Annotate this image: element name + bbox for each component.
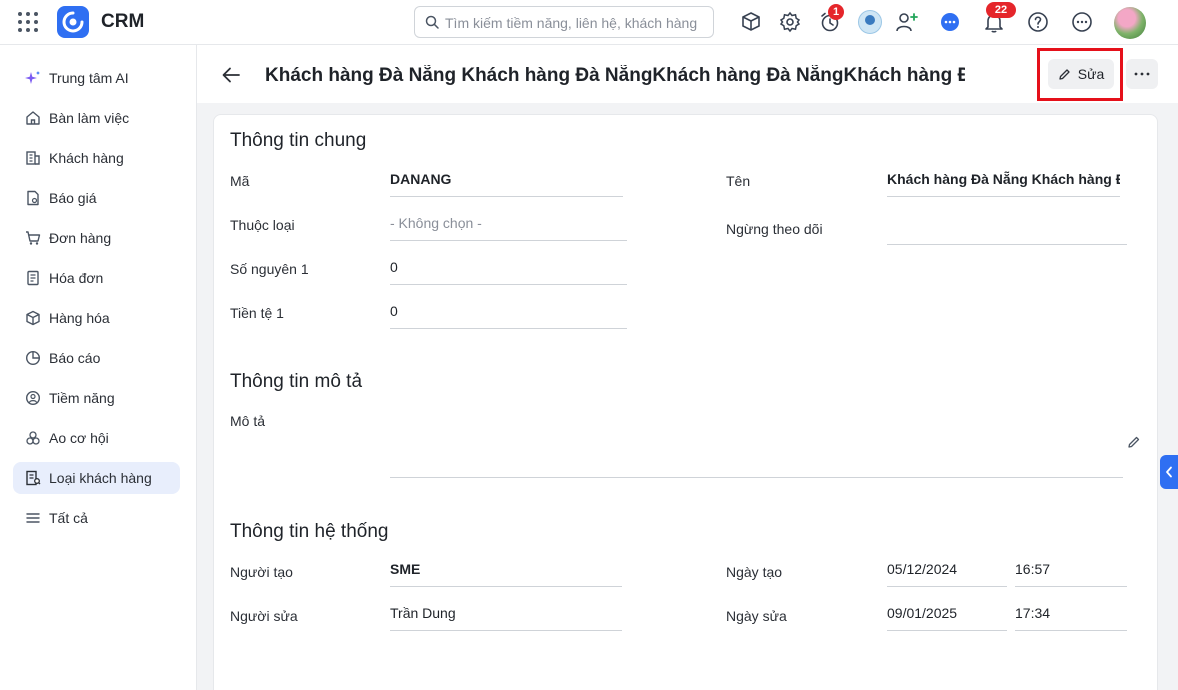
field-label-ten: Tên <box>726 173 751 189</box>
field-label-mo-ta: Mô tả <box>230 413 266 429</box>
field-label-ngay-tao: Ngày tạo <box>726 564 783 580</box>
field-value-ten: Khách hàng Đà Nẵng Khách hàng Đ... <box>887 161 1120 197</box>
help-icon[interactable] <box>1025 9 1051 35</box>
timer-badge: 1 <box>828 4 844 20</box>
field-label-so-nguyen: Số nguyên 1 <box>230 261 309 277</box>
pie-chart-icon <box>25 350 41 366</box>
ellipsis-icon <box>1134 72 1150 76</box>
sidebar-item-customers[interactable]: Khách hàng <box>13 142 180 174</box>
highlight-box <box>1037 48 1123 101</box>
section-title-system: Thông tin hệ thống <box>230 521 389 542</box>
back-arrow-icon[interactable] <box>219 63 243 87</box>
customer-type-icon <box>25 470 41 486</box>
sidebar-item-label: Hàng hóa <box>49 310 110 326</box>
field-label-nguoi-sua: Người sửa <box>230 608 298 624</box>
assistant-avatar-icon[interactable] <box>858 10 882 34</box>
sidebar-item-customer-types[interactable]: Loại khách hàng <box>13 462 180 494</box>
field-label-ngay-sua: Ngày sửa <box>726 608 787 624</box>
sidebar-item-label: Báo giá <box>49 190 97 206</box>
field-value-so-nguyen: 0 <box>390 249 627 285</box>
search-box[interactable] <box>414 6 714 38</box>
section-title-general: Thông tin chung <box>230 130 367 151</box>
sidebar-item-label: Đơn hàng <box>49 230 112 246</box>
app-title: CRM <box>101 11 145 32</box>
invoice-icon <box>25 270 41 286</box>
chat-icon[interactable] <box>937 9 963 35</box>
sidebar-item-orders[interactable]: Đơn hàng <box>13 222 180 254</box>
user-avatar[interactable] <box>1114 7 1146 39</box>
notification-badge: 22 <box>986 2 1016 18</box>
crm-logo-icon[interactable] <box>57 6 89 38</box>
sidebar-item-all[interactable]: Tất cả <box>13 502 180 534</box>
field-value-nguoi-tao: SME <box>390 551 622 587</box>
search-icon <box>425 15 439 29</box>
sidebar-item-opportunities[interactable]: Ao cơ hội <box>13 422 180 454</box>
record-detail-card: Thông tin chung Mã DANANG Tên Khách hàng… <box>213 114 1158 690</box>
box-icon <box>25 310 41 326</box>
record-header: Khách hàng Đà Nẵng Khách hàng Đà NẵngKhá… <box>197 45 1178 103</box>
opportunity-icon <box>25 430 41 446</box>
field-label-ma: Mã <box>230 173 250 189</box>
gear-icon[interactable] <box>777 9 803 35</box>
more-options-button[interactable] <box>1126 59 1158 89</box>
side-panel-toggle[interactable] <box>1160 455 1178 489</box>
field-label-thuoc-loai: Thuộc loại <box>230 217 295 233</box>
sidebar-item-quotes[interactable]: Báo giá <box>13 182 180 214</box>
chevron-left-icon <box>1166 466 1172 478</box>
field-value-ngay-tao-time: 16:57 <box>1015 551 1127 587</box>
field-value-thuoc-loai[interactable]: - Không chọn - <box>390 205 627 241</box>
app-launcher-icon[interactable] <box>18 12 38 32</box>
field-value-ngay-sua-time: 17:34 <box>1015 595 1127 631</box>
sidebar: Trung tâm AI Bàn làm việc Khách hàng Báo… <box>0 45 197 690</box>
field-label-nguoi-tao: Người tạo <box>230 564 293 580</box>
field-value-nguoi-sua: Trần Dung <box>390 595 622 631</box>
search-input[interactable] <box>445 13 707 33</box>
field-value-ma: DANANG <box>390 161 623 197</box>
sidebar-item-label: Báo cáo <box>49 350 101 366</box>
page-title: Khách hàng Đà Nẵng Khách hàng Đà NẵngKhá… <box>265 65 965 86</box>
quote-icon <box>25 190 41 206</box>
sidebar-item-label: Hóa đơn <box>49 270 104 286</box>
sidebar-item-workspace[interactable]: Bàn làm việc <box>13 102 180 134</box>
field-value-ngay-sua-date: 09/01/2025 <box>887 595 1007 631</box>
main-content: Khách hàng Đà Nẵng Khách hàng Đà NẵngKhá… <box>197 45 1178 690</box>
sidebar-item-label: Ao cơ hội <box>49 430 109 446</box>
building-icon <box>25 150 41 166</box>
field-label-tien-te: Tiền tệ 1 <box>230 305 284 321</box>
target-icon <box>25 390 41 406</box>
sidebar-item-label: Loại khách hàng <box>49 470 152 486</box>
field-value-ngay-tao-date: 05/12/2024 <box>887 551 1007 587</box>
more-circle-icon[interactable] <box>1069 9 1095 35</box>
sidebar-item-label: Tiềm năng <box>49 390 115 406</box>
field-value-tien-te: 0 <box>390 293 627 329</box>
sidebar-item-invoices[interactable]: Hóa đơn <box>13 262 180 294</box>
field-label-ngung-theo-doi: Ngừng theo dõi <box>726 221 823 237</box>
sidebar-item-products[interactable]: Hàng hóa <box>13 302 180 334</box>
cart-icon <box>25 230 41 246</box>
top-bar: CRM 1 <box>0 0 1178 45</box>
field-value-mo-ta <box>390 405 1123 478</box>
home-icon <box>25 110 41 126</box>
sidebar-item-label: Tất cả <box>49 510 88 526</box>
package-search-icon[interactable] <box>738 9 764 35</box>
menu-icon <box>25 510 41 526</box>
field-value-ngung-theo-doi <box>887 209 1127 245</box>
sidebar-item-reports[interactable]: Báo cáo <box>13 342 180 374</box>
add-user-icon[interactable] <box>894 9 920 35</box>
sidebar-item-label: Trung tâm AI <box>49 70 129 86</box>
sparkle-icon <box>25 70 41 86</box>
sidebar-item-label: Khách hàng <box>49 150 124 166</box>
sidebar-item-ai-center[interactable]: Trung tâm AI <box>13 62 180 94</box>
sidebar-item-leads[interactable]: Tiềm năng <box>13 382 180 414</box>
pencil-icon[interactable] <box>1127 435 1141 449</box>
sidebar-item-label: Bàn làm việc <box>49 110 130 126</box>
section-title-description: Thông tin mô tả <box>230 371 363 392</box>
